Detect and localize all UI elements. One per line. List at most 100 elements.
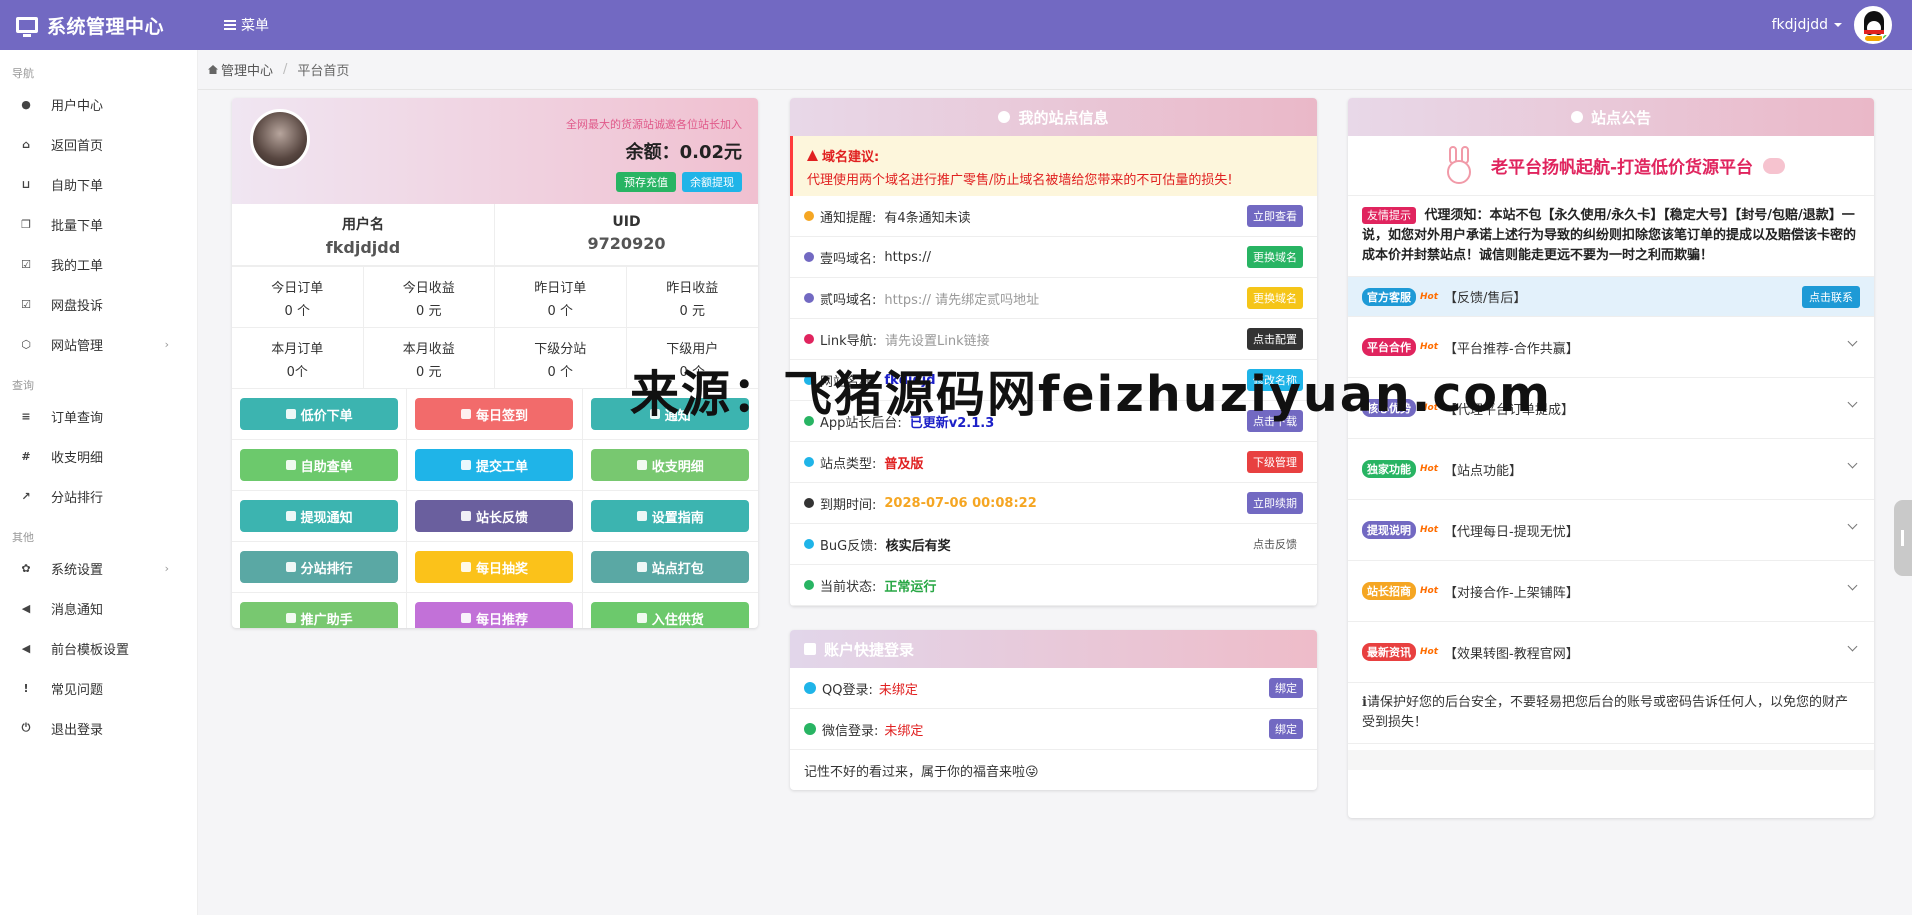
row-action-button[interactable]: 点击反馈 bbox=[1247, 533, 1303, 555]
bunny-icon bbox=[1437, 145, 1481, 186]
row-value: 有4条通知未读 bbox=[884, 210, 971, 226]
tip-text: 记性不好的看过来，属于你的福音来啦😜 bbox=[804, 765, 1039, 780]
login-label: QQ登录: bbox=[822, 682, 873, 698]
announcement-item[interactable]: 提现说明 Hot 【代理每日-提现无忧】 bbox=[1348, 500, 1874, 561]
action-button[interactable]: 自助查单 bbox=[240, 449, 399, 481]
stat-value: 0 元 bbox=[416, 365, 442, 380]
avatar[interactable] bbox=[1854, 6, 1892, 44]
action-icon bbox=[285, 562, 296, 572]
row-action-button[interactable]: 更换域名 bbox=[1247, 287, 1303, 309]
action-icon bbox=[285, 409, 296, 419]
station-info-title: 我的站点信息 bbox=[1018, 108, 1109, 127]
action-icon bbox=[285, 511, 296, 521]
quick-login-header: 账户快捷登录 bbox=[790, 630, 1317, 668]
row-action-button[interactable]: 下级管理 bbox=[1247, 451, 1303, 473]
stat-cell: 今日订单 0 个 bbox=[232, 267, 364, 328]
sidebar-item[interactable]: ❐ 批量下单 bbox=[0, 204, 197, 244]
action-button[interactable]: 设置指南 bbox=[591, 500, 750, 532]
action-icon bbox=[460, 460, 471, 470]
item-title: 【站点功能】 bbox=[1444, 463, 1523, 479]
row-action-button[interactable]: 立即续期 bbox=[1247, 492, 1303, 514]
sidebar-item-label: 我的工单 bbox=[51, 258, 104, 274]
sidebar-item-label: 网站管理 bbox=[51, 338, 104, 354]
sidebar-item[interactable]: ⌂ 返回首页 bbox=[0, 124, 197, 164]
announcement-item[interactable]: 站长招商 Hot 【对接合作-上架铺阵】 bbox=[1348, 561, 1874, 622]
recruit-slogan[interactable]: 全网最大的货源站诚邀各位站长加入 bbox=[566, 116, 742, 132]
row-action-button[interactable]: 立即查看 bbox=[1247, 205, 1303, 227]
menu-toggle-button[interactable]: 菜单 bbox=[224, 15, 269, 35]
action-button[interactable]: 每日抽奖 bbox=[415, 551, 574, 583]
withdraw-button[interactable]: 余额提现 bbox=[682, 172, 742, 192]
row-value: 正常运行 bbox=[884, 579, 937, 595]
warning-title: 域名建议: bbox=[822, 150, 880, 165]
sidebar-item[interactable]: ✿ 系统设置 › bbox=[0, 548, 197, 588]
hot-icon: Hot bbox=[1420, 291, 1439, 302]
quick-login-row: QQ登录: 未绑定 绑定 bbox=[790, 668, 1317, 709]
breadcrumb-home[interactable]: 管理中心 bbox=[221, 60, 273, 79]
contact-button[interactable]: 点击联系 bbox=[1802, 285, 1860, 308]
monitor-icon bbox=[16, 17, 38, 37]
action-button[interactable]: 站长反馈 bbox=[415, 500, 574, 532]
station-info-header: 我的站点信息 bbox=[790, 98, 1317, 136]
sidebar-section-title: 查询 bbox=[12, 379, 34, 392]
sidebar-item[interactable]: ◀ 前台模板设置 bbox=[0, 628, 197, 668]
safety-warning: ℹ请保护好您的后台安全，不要轻易把您后台的账号或密码告诉任何人，以免您的财产受到… bbox=[1348, 683, 1874, 744]
sidebar-item[interactable]: ↗ 分站排行 bbox=[0, 476, 197, 516]
scrollbar-handle[interactable] bbox=[1894, 500, 1912, 576]
username[interactable]: fkdjdjdd bbox=[1772, 17, 1828, 33]
announcement-item[interactable]: 官方客服 Hot 【反馈/售后】 点击联系 bbox=[1348, 277, 1874, 317]
action-button[interactable]: 分站排行 bbox=[240, 551, 399, 583]
check-square-icon: ☑ bbox=[21, 297, 31, 311]
brand[interactable]: 系统管理中心 bbox=[0, 12, 198, 39]
settings-icon: ✿ bbox=[21, 561, 31, 575]
action-button[interactable]: 提现通知 bbox=[240, 500, 399, 532]
action-cell: 提现通知 bbox=[232, 491, 408, 542]
action-button[interactable]: 站点打包 bbox=[591, 551, 750, 583]
station-info-row: 站点类型: 普及版 下级管理 bbox=[790, 442, 1317, 483]
sidebar-item[interactable]: ● 用户中心 bbox=[0, 84, 197, 124]
action-label: 每日抽奖 bbox=[475, 561, 528, 577]
chevron-right-icon: › bbox=[164, 561, 169, 575]
row-label: 站点类型: bbox=[820, 456, 877, 472]
row-action-button[interactable]: 点击配置 bbox=[1247, 328, 1303, 350]
bind-button[interactable]: 绑定 bbox=[1269, 678, 1303, 698]
item-badge: 站长招商 bbox=[1362, 582, 1416, 600]
action-button[interactable]: 推广助手 bbox=[240, 602, 399, 628]
announcement-item[interactable]: 最新资讯 Hot 【效果转图-教程官网】 bbox=[1348, 622, 1874, 683]
sidebar-item[interactable]: ☑ 网盘投诉 bbox=[0, 284, 197, 324]
hot-icon: Hot bbox=[1420, 647, 1439, 657]
recharge-button[interactable]: 预存充值 bbox=[616, 172, 676, 192]
sidebar-item[interactable]: ⊔ 自助下单 bbox=[0, 164, 197, 204]
announcement-panel: 站点公告 老平台扬帆起航-打造低价货源平台 友情提示 代理须知：本站不包【永久使… bbox=[1348, 98, 1874, 818]
action-button[interactable]: 收支明细 bbox=[591, 449, 750, 481]
sidebar-item[interactable]: ≡ 订单查询 bbox=[0, 396, 197, 436]
sidebar-item[interactable]: ☑ 我的工单 bbox=[0, 244, 197, 284]
sidebar-item-label: 消息通知 bbox=[51, 602, 104, 618]
bind-button[interactable]: 绑定 bbox=[1269, 719, 1303, 739]
sidebar-item-label: 分站排行 bbox=[51, 490, 104, 506]
action-button[interactable]: 提交工单 bbox=[415, 449, 574, 481]
row-icon bbox=[804, 211, 814, 221]
sidebar-item-label: 前台模板设置 bbox=[51, 642, 130, 658]
sidebar-item[interactable]: ! 常见问题 bbox=[0, 668, 197, 708]
sidebar-item[interactable]: # 收支明细 bbox=[0, 436, 197, 476]
row-label: 壹吗域名: bbox=[820, 251, 877, 267]
action-button[interactable]: 每日签到 bbox=[415, 398, 574, 430]
sidebar-item-label: 自助下单 bbox=[51, 178, 104, 194]
sidebar-item[interactable]: ⬡ 网站管理 › bbox=[0, 324, 197, 364]
action-label: 分站排行 bbox=[300, 561, 353, 577]
hash-icon: # bbox=[21, 449, 31, 463]
sidebar-item[interactable]: ⏻ 退出登录 bbox=[0, 708, 197, 748]
row-action-button[interactable]: 更换域名 bbox=[1247, 246, 1303, 268]
action-button[interactable]: 低价下单 bbox=[240, 398, 399, 430]
sidebar-item[interactable]: ◀ 消息通知 bbox=[0, 588, 197, 628]
user-menu[interactable]: fkdjdjdd bbox=[1772, 6, 1892, 44]
action-icon bbox=[636, 613, 647, 623]
announcement-item[interactable]: 独家功能 Hot 【站点功能】 bbox=[1348, 439, 1874, 500]
action-button[interactable]: 每日推荐 bbox=[415, 602, 574, 628]
uid-value: 9720920 bbox=[587, 234, 666, 253]
info-icon: ! bbox=[23, 681, 29, 695]
action-cell: 入住供货 bbox=[583, 593, 758, 628]
stat-cell: 本月收益 0 元 bbox=[363, 328, 495, 389]
action-button[interactable]: 入住供货 bbox=[591, 602, 750, 628]
